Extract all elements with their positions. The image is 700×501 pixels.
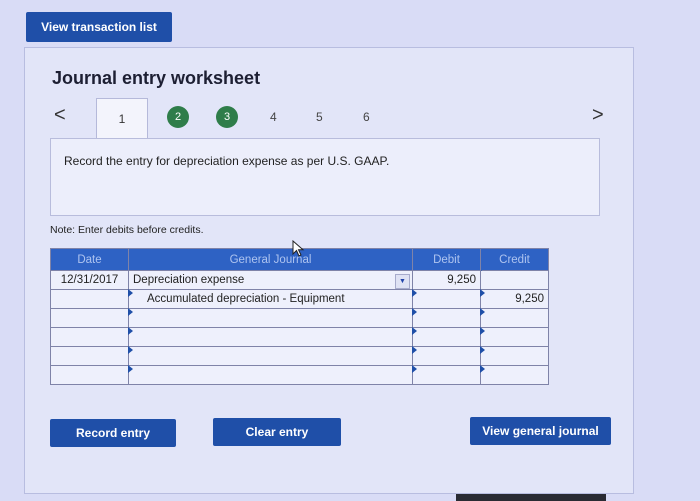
account-select[interactable]: Depreciation expense ▼ [128, 270, 413, 290]
previous-arrow-icon[interactable]: < [54, 104, 66, 127]
tab-label: 1 [118, 112, 126, 126]
record-entry-button[interactable]: Record entry [50, 419, 176, 447]
account-select[interactable] [128, 308, 413, 328]
credit-input[interactable] [480, 327, 549, 347]
input-marker-icon [412, 365, 417, 373]
instruction-box: Record the entry for depreciation expens… [50, 138, 600, 216]
date-cell[interactable] [50, 346, 129, 366]
account-value: Accumulated depreciation - Equipment [147, 293, 345, 305]
debit-input[interactable] [412, 327, 481, 347]
credit-input[interactable] [480, 308, 549, 328]
credit-input[interactable]: 9,250 [480, 289, 549, 309]
credit-input[interactable] [480, 346, 549, 366]
view-transaction-list-button[interactable]: View transaction list [26, 12, 172, 42]
screen-edge [456, 494, 606, 501]
input-marker-icon [480, 308, 485, 316]
debit-header: Debit [412, 248, 481, 271]
input-marker-icon [128, 365, 133, 373]
input-marker-icon [128, 327, 133, 335]
table-row: Accumulated depreciation - Equipment 9,2… [50, 289, 549, 309]
page-title: Journal entry worksheet [52, 68, 261, 88]
tab-label: 2 [174, 111, 182, 123]
input-marker-icon [480, 289, 485, 297]
view-general-journal-button[interactable]: View general journal [470, 417, 611, 445]
tab-2[interactable]: 2 [167, 106, 189, 128]
account-value: Depreciation expense [133, 274, 245, 286]
input-marker-icon [128, 346, 133, 354]
date-cell[interactable] [50, 289, 129, 309]
input-marker-icon [128, 308, 133, 316]
note-text: Note: Enter debits before credits. [50, 224, 204, 236]
table-row: 12/31/2017 Depreciation expense ▼ 9,250 [50, 270, 549, 290]
input-marker-icon [480, 327, 485, 335]
date-cell[interactable]: 12/31/2017 [50, 270, 129, 290]
debit-input[interactable] [412, 365, 481, 385]
debit-input[interactable]: 9,250 [412, 270, 486, 290]
credit-input[interactable] [480, 365, 549, 385]
journal-table: Date General Journal Debit Credit 12/31/… [50, 248, 549, 385]
tab-3[interactable]: 3 [216, 106, 238, 128]
credit-value: 9,250 [515, 293, 544, 305]
dropdown-arrow-icon[interactable]: ▼ [395, 274, 410, 289]
input-marker-icon [412, 327, 417, 335]
input-marker-icon [412, 308, 417, 316]
tab-label: 3 [223, 111, 231, 123]
credit-input[interactable] [480, 270, 549, 290]
clear-entry-button[interactable]: Clear entry [213, 418, 341, 446]
debit-value: 9,250 [447, 274, 476, 286]
input-marker-icon [412, 289, 417, 297]
account-select[interactable] [128, 346, 413, 366]
tab-4[interactable]: 4 [270, 110, 277, 124]
date-cell[interactable] [50, 308, 129, 328]
credit-header: Credit [480, 248, 549, 271]
date-cell[interactable] [50, 365, 129, 385]
input-marker-icon [480, 365, 485, 373]
tab-5[interactable]: 5 [316, 110, 323, 124]
debit-input[interactable] [412, 308, 481, 328]
date-header: Date [50, 248, 129, 271]
table-row [50, 346, 549, 366]
account-select[interactable]: Accumulated depreciation - Equipment [128, 289, 413, 309]
debit-input[interactable] [412, 346, 481, 366]
next-arrow-icon[interactable]: > [592, 104, 604, 127]
instruction-text: Record the entry for depreciation expens… [64, 154, 390, 168]
table-row [50, 308, 549, 328]
input-marker-icon [412, 346, 417, 354]
input-marker-icon [128, 289, 133, 297]
table-row [50, 365, 549, 385]
date-cell[interactable] [50, 327, 129, 347]
mouse-pointer-icon [292, 239, 306, 263]
tab-1[interactable]: 1 [96, 98, 148, 139]
general-journal-header: General Journal [128, 248, 413, 271]
tab-6[interactable]: 6 [363, 110, 370, 124]
debit-input[interactable] [412, 289, 481, 309]
table-row [50, 327, 549, 347]
account-select[interactable] [128, 365, 413, 385]
input-marker-icon [480, 346, 485, 354]
account-select[interactable] [128, 327, 413, 347]
